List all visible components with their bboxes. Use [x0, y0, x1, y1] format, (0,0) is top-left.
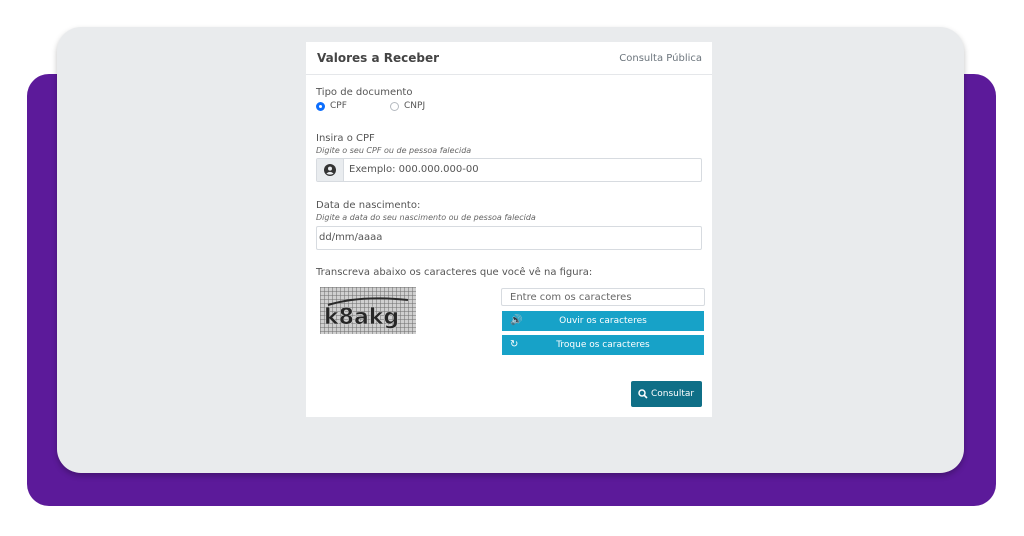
- birth-placeholder: dd/mm/aaaa: [319, 232, 383, 243]
- captcha-placeholder: Entre com os caracteres: [510, 292, 632, 303]
- page-title: Valores a Receber: [317, 51, 440, 65]
- cpf-input[interactable]: Exemplo: 000.000.000-00: [316, 158, 702, 182]
- consultar-button[interactable]: Consultar: [631, 381, 702, 407]
- birth-hint: Digite a data do seu nascimento ou de pe…: [316, 213, 536, 222]
- card-header: Valores a Receber Consulta Pública: [306, 42, 712, 75]
- refresh-captcha-button[interactable]: ↻ Troque os caracteres: [502, 335, 704, 355]
- cpf-addon: [317, 159, 344, 181]
- refresh-captcha-label: Troque os caracteres: [556, 340, 650, 350]
- captcha-input[interactable]: Entre com os caracteres: [501, 288, 705, 306]
- cpf-label: Insira o CPF: [316, 133, 375, 144]
- cpf-radio-label[interactable]: CPF: [330, 101, 347, 111]
- listen-captcha-label: Ouvir os caracteres: [559, 316, 647, 326]
- page-subtitle: Consulta Pública: [619, 53, 702, 64]
- captcha-text: k8akg: [324, 305, 399, 330]
- user-icon: [324, 164, 336, 176]
- consultar-label: Consultar: [651, 389, 695, 399]
- cpf-placeholder: Exemplo: 000.000.000-00: [349, 164, 479, 175]
- captcha-label: Transcreva abaixo os caracteres que você…: [316, 267, 593, 278]
- search-icon: [638, 389, 648, 399]
- cnpj-radio-label[interactable]: CNPJ: [404, 101, 425, 111]
- consulta-card: Valores a Receber Consulta Pública Tipo …: [306, 42, 712, 417]
- doc-type-label: Tipo de documento: [316, 87, 413, 98]
- captcha-image: k8akg: [320, 287, 416, 334]
- birth-date-input[interactable]: dd/mm/aaaa: [316, 226, 702, 250]
- cpf-radio[interactable]: [316, 102, 325, 111]
- cnpj-radio[interactable]: [390, 102, 399, 111]
- listen-captcha-button[interactable]: 🔊 Ouvir os caracteres: [502, 311, 704, 331]
- cpf-hint: Digite o seu CPF ou de pessoa falecida: [316, 146, 472, 155]
- captcha-picture: k8akg: [320, 287, 416, 334]
- birth-label: Data de nascimento:: [316, 200, 421, 211]
